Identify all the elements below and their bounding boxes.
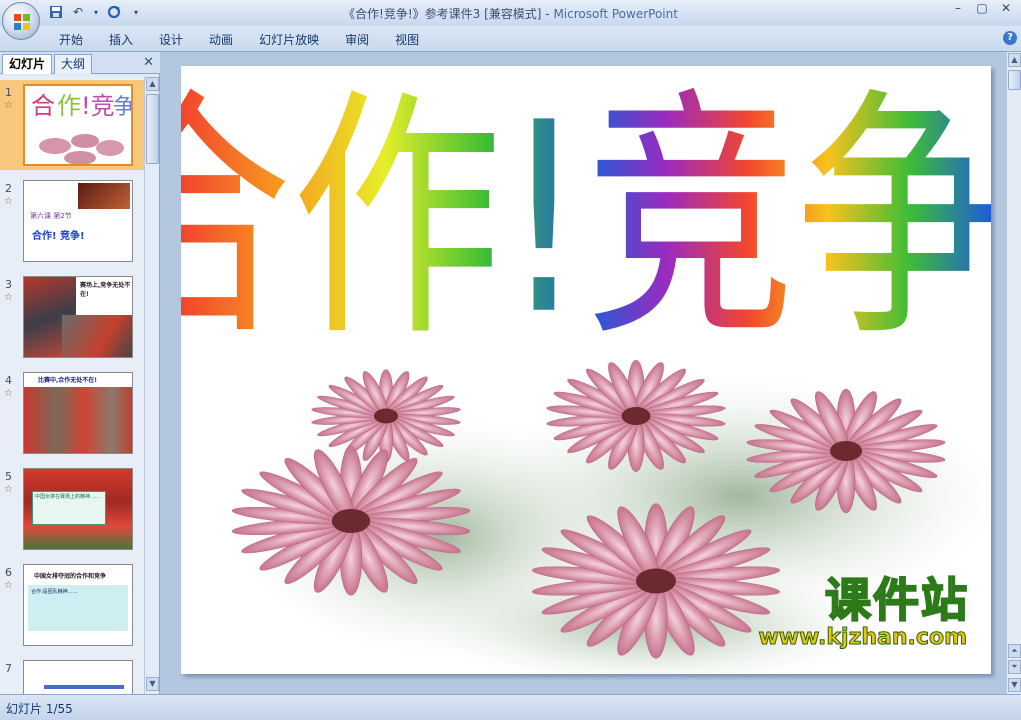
thumbnail-7[interactable]: 7 [0,656,144,694]
thumbnail-5[interactable]: 5 ☆ 中国女排在赛场上的精神…… [0,464,144,554]
thumbnail-6[interactable]: 6 ☆ 中国女排夺冠的合作和竞争 合作:是团队精神…… [0,560,144,650]
thumbnail-4[interactable]: 4 ☆ 比赛中,合作无处不在! [0,368,144,458]
thumbnail-image: 中国女排在赛场上的精神…… [23,468,133,550]
svg-text:!竞: !竞 [81,92,115,120]
thumbnail-image [23,660,133,694]
office-logo-icon [14,14,30,30]
previous-slide-icon[interactable]: ⏶ [1008,644,1021,658]
thumbnail-3[interactable]: 3 ☆ 赛场上,竞争无处不在! [0,272,144,362]
scrollbar-thumb[interactable] [146,94,159,164]
slide-title: 合作!竞争! [181,67,991,373]
thumbnail-2[interactable]: 2 ☆ 第六课 第2节 合作! 竞争! [0,176,144,266]
ribbon-tabs-bar: 开始 插入 设计 动画 幻灯片放映 审阅 视图 ? [0,26,1021,52]
animation-star-icon: ☆ [4,292,13,303]
close-button[interactable]: ✕ [995,1,1017,17]
slide-scrollbar[interactable]: ▲ ⏶ ⏷ ▼ [1006,52,1021,694]
next-slide-icon[interactable]: ⏷ [1008,660,1021,674]
scroll-down-icon[interactable]: ▼ [1008,678,1021,692]
thumbnail-image: 比赛中,合作无处不在! [23,372,133,454]
svg-text:争!: 争! [113,95,133,120]
animation-star-icon: ☆ [4,580,13,591]
scroll-down-icon[interactable]: ▼ [146,677,159,691]
tab-slides-pane[interactable]: 幻灯片 [2,54,53,74]
tab-design[interactable]: 设计 [146,31,196,49]
office-button[interactable] [2,2,40,40]
title-bar: ↶ ▾ ▾ 《合作!竞争!》参考课件3 [兼容模式] - Microsoft P… [0,0,1021,26]
tab-view[interactable]: 视图 [382,31,432,49]
animation-star-icon: ☆ [4,484,13,495]
svg-text:合: 合 [31,92,55,120]
slides-pane: 幻灯片 大纲 ✕ 1 ☆ 合 作 !竞 争! 2 [0,52,160,694]
animation-star-icon: ☆ [4,388,13,399]
tab-review[interactable]: 审阅 [332,31,382,49]
thumbnail-image: 中国女排夺冠的合作和竞争 合作:是团队精神…… [23,564,133,646]
thumbnail-image: 第六课 第2节 合作! 竞争! [23,180,133,262]
slide-canvas[interactable]: 合作!竞争! 课件站 www.kjzhan.com [181,66,991,674]
slide-counter: 幻灯片 1/55 [6,702,73,716]
window-title: 《合作!竞争!》参考课件3 [兼容模式] - Microsoft PowerPo… [343,7,678,21]
brand-watermark: 课件站 [824,572,969,628]
svg-text:作: 作 [57,92,81,120]
scroll-up-icon[interactable]: ▲ [146,77,159,91]
thumbnail-list[interactable]: 1 ☆ 合 作 !竞 争! 2 ☆ 第六课 第2节 [0,76,144,694]
tab-outline-pane[interactable]: 大纲 [54,54,93,74]
tab-insert[interactable]: 插入 [96,31,146,49]
thumbnail-image: 赛场上,竞争无处不在! [23,276,133,358]
scrollbar-thumb[interactable] [1008,70,1021,90]
thumbnail-scrollbar[interactable]: ▲ ▼ [144,76,159,694]
animation-star-icon: ☆ [4,196,13,207]
tab-home[interactable]: 开始 [46,31,96,49]
status-bar: 幻灯片 1/55 [0,694,1021,720]
url-watermark: www.kjzhan.com [758,625,968,651]
animation-star-icon: ☆ [4,100,13,111]
scroll-up-icon[interactable]: ▲ [1008,53,1021,67]
thumbnail-1[interactable]: 1 ☆ 合 作 !竞 争! [0,80,144,170]
tab-animations[interactable]: 动画 [196,31,246,49]
minimize-button[interactable]: – [947,1,969,17]
thumbnail-image: 合 作 !竞 争! [23,84,133,166]
help-icon[interactable]: ? [1003,31,1017,45]
slide-editor: 合作!竞争! 课件站 www.kjzhan.com [160,52,1006,694]
close-pane-icon[interactable]: ✕ [143,55,154,70]
maximize-button[interactable]: ▢ [971,1,993,17]
tab-slideshow[interactable]: 幻灯片放映 [246,31,332,49]
